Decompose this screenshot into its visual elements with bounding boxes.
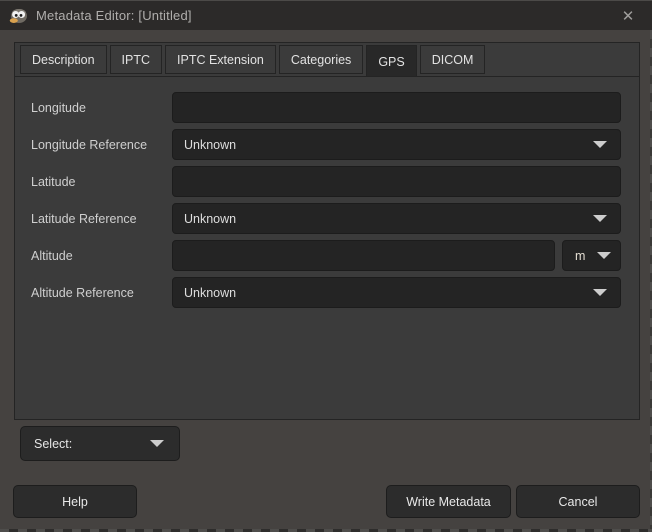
altitude-reference-value: Unknown bbox=[173, 286, 593, 300]
altitude-unit-value: m bbox=[563, 249, 585, 263]
longitude-field-frame bbox=[172, 92, 621, 123]
chevron-down-icon bbox=[593, 215, 607, 222]
cancel-button[interactable]: Cancel bbox=[516, 485, 640, 518]
select-menu-button[interactable]: Select: bbox=[20, 426, 180, 461]
tab-description[interactable]: Description bbox=[20, 45, 107, 74]
altitude-reference-select[interactable]: Unknown bbox=[172, 277, 621, 308]
form-row: Longitude bbox=[15, 92, 639, 123]
altitude-unit-select[interactable]: m bbox=[562, 240, 621, 271]
tab-categories[interactable]: Categories bbox=[279, 45, 363, 74]
form-row: Altitude m bbox=[15, 240, 639, 271]
select-menu-label: Select: bbox=[21, 437, 72, 451]
chevron-down-icon bbox=[150, 440, 164, 447]
write-metadata-button[interactable]: Write Metadata bbox=[386, 485, 511, 518]
latitude-label: Latitude bbox=[31, 166, 75, 197]
latitude-reference-value: Unknown bbox=[173, 212, 593, 226]
help-button[interactable]: Help bbox=[13, 485, 137, 518]
longitude-reference-select[interactable]: Unknown bbox=[172, 129, 621, 160]
latitude-reference-select[interactable]: Unknown bbox=[172, 203, 621, 234]
longitude-reference-value: Unknown bbox=[173, 138, 593, 152]
form-row: Latitude Reference Unknown bbox=[15, 203, 639, 234]
longitude-label: Longitude bbox=[31, 92, 86, 123]
form-row: Latitude bbox=[15, 166, 639, 197]
tab-bar: Description IPTC IPTC Extension Categori… bbox=[14, 42, 640, 76]
altitude-input[interactable] bbox=[173, 241, 554, 270]
close-icon[interactable]: ✕ bbox=[614, 1, 642, 31]
altitude-label: Altitude bbox=[31, 240, 73, 271]
form-row: Longitude Reference Unknown bbox=[15, 129, 639, 160]
chevron-down-icon bbox=[597, 252, 611, 259]
tab-iptc-extension[interactable]: IPTC Extension bbox=[165, 45, 276, 74]
tab-dicom[interactable]: DICOM bbox=[420, 45, 486, 74]
longitude-input[interactable] bbox=[173, 93, 620, 122]
form-row: Altitude Reference Unknown bbox=[15, 277, 639, 308]
gimp-wilber-icon bbox=[9, 7, 27, 25]
latitude-input[interactable] bbox=[173, 167, 620, 196]
altitude-field-frame bbox=[172, 240, 555, 271]
chevron-down-icon bbox=[593, 289, 607, 296]
tab-iptc[interactable]: IPTC bbox=[110, 45, 162, 74]
tab-gps[interactable]: GPS bbox=[366, 45, 416, 77]
latitude-reference-label: Latitude Reference bbox=[31, 203, 137, 234]
longitude-reference-label: Longitude Reference bbox=[31, 129, 147, 160]
gps-tab-panel: Longitude Longitude Reference Unknown La… bbox=[14, 76, 640, 420]
altitude-reference-label: Altitude Reference bbox=[31, 277, 134, 308]
latitude-field-frame bbox=[172, 166, 621, 197]
metadata-editor-dialog: Metadata Editor: [Untitled] ✕ Descriptio… bbox=[0, 0, 652, 532]
window-title: Metadata Editor: [Untitled] bbox=[36, 8, 192, 23]
chevron-down-icon bbox=[593, 141, 607, 148]
titlebar[interactable]: Metadata Editor: [Untitled] ✕ bbox=[0, 0, 652, 30]
